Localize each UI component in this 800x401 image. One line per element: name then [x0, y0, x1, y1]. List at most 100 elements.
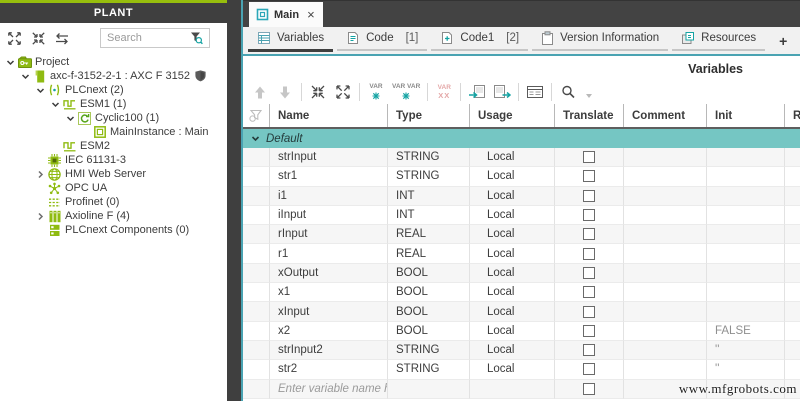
variable-comment-cell[interactable]: [624, 148, 707, 168]
variable-comment-cell[interactable]: [624, 225, 707, 245]
expand-groups-button[interactable]: [334, 82, 352, 102]
translate-checkbox[interactable]: [583, 363, 595, 376]
search-filter-icon[interactable]: [189, 31, 203, 45]
variable-comment-cell[interactable]: [624, 205, 707, 226]
variable-row-str2[interactable]: str2 STRING Local '': [243, 360, 800, 380]
variable-name-cell[interactable]: rInput: [270, 225, 388, 245]
tree-item-plcnext-2[interactable]: PLCnext (2): [0, 83, 227, 97]
variable-group-row-default[interactable]: Default: [243, 129, 800, 148]
variable-name-cell[interactable]: x1: [270, 283, 388, 303]
variable-init-cell[interactable]: [707, 186, 785, 206]
variable-name-cell[interactable]: strInput2: [270, 340, 388, 361]
variable-retain-cell[interactable]: [785, 148, 800, 168]
move-up-button[interactable]: [251, 82, 269, 102]
variable-retain-cell[interactable]: [785, 321, 800, 341]
variable-row-i1[interactable]: i1 INT Local: [243, 186, 800, 206]
row-selector-cell[interactable]: [243, 340, 270, 361]
column-header-comment[interactable]: Comment: [624, 104, 707, 127]
translate-checkbox[interactable]: [583, 170, 595, 183]
panel-splitter[interactable]: [227, 0, 241, 401]
translate-checkbox[interactable]: [583, 228, 595, 241]
tree-chevron[interactable]: [34, 211, 47, 221]
variable-init-cell[interactable]: '': [707, 360, 785, 380]
variable-comment-cell[interactable]: [624, 283, 707, 303]
row-selector-cell[interactable]: [243, 302, 270, 322]
variable-retain-cell[interactable]: [785, 225, 800, 245]
variable-init-cell[interactable]: [707, 167, 785, 187]
tree-item-project[interactable]: Project: [0, 55, 227, 69]
tree-chevron[interactable]: [64, 113, 77, 123]
variable-row-x1[interactable]: x1 BOOL Local: [243, 283, 800, 303]
tree-item-opc-ua[interactable]: OPC UA: [0, 181, 227, 195]
variable-row-xoutput[interactable]: xOutput BOOL Local: [243, 263, 800, 284]
search-variables-button[interactable]: [559, 82, 577, 102]
translate-checkbox[interactable]: [583, 286, 595, 299]
translate-checkbox[interactable]: [583, 324, 595, 337]
tab-main[interactable]: Main ×: [249, 2, 323, 27]
column-header-init[interactable]: Init: [707, 104, 785, 127]
variable-name-cell[interactable]: i1: [270, 186, 388, 206]
column-header-retain[interactable]: R: [785, 104, 800, 127]
variable-usage-cell[interactable]: Local: [470, 360, 555, 380]
close-icon[interactable]: ×: [307, 8, 315, 21]
variable-type-cell[interactable]: REAL: [388, 225, 470, 245]
variable-init-cell[interactable]: [707, 263, 785, 284]
tab-variables[interactable]: Variables: [248, 27, 334, 52]
variable-comment-cell[interactable]: [624, 340, 707, 361]
variable-name-cell[interactable]: strInput: [270, 148, 388, 168]
variable-type-cell[interactable]: BOOL: [388, 302, 470, 322]
variable-comment-cell[interactable]: [624, 360, 707, 380]
variable-type-cell[interactable]: BOOL: [388, 263, 470, 284]
tree-item-profinet-0[interactable]: Profinet (0): [0, 195, 227, 209]
variable-type-cell[interactable]: [388, 379, 470, 399]
row-selector-cell[interactable]: [243, 225, 270, 245]
variable-row-iinput[interactable]: iInput INT Local: [243, 205, 800, 226]
variable-type-cell[interactable]: STRING: [388, 340, 470, 361]
tree-item-esm2[interactable]: ESM2: [0, 139, 227, 153]
variable-retain-cell[interactable]: [785, 360, 800, 380]
variable-type-cell[interactable]: STRING: [388, 167, 470, 187]
tree-item-cyclic100-1[interactable]: Cyclic100 (1): [0, 111, 227, 125]
variable-usage-cell[interactable]: [470, 379, 555, 399]
variable-usage-cell[interactable]: Local: [470, 225, 555, 245]
variable-retain-cell[interactable]: [785, 340, 800, 361]
row-selector-cell[interactable]: [243, 263, 270, 284]
variable-init-cell[interactable]: [707, 302, 785, 322]
variable-init-cell[interactable]: FALSE: [707, 321, 785, 341]
row-selector-cell[interactable]: [243, 186, 270, 206]
row-selector-cell[interactable]: [243, 283, 270, 303]
variable-type-cell[interactable]: BOOL: [388, 321, 470, 341]
translate-checkbox[interactable]: [583, 247, 595, 260]
translate-checkbox[interactable]: [583, 344, 595, 357]
translate-checkbox[interactable]: [583, 305, 595, 318]
variable-type-cell[interactable]: REAL: [388, 244, 470, 264]
translate-checkbox[interactable]: [583, 209, 595, 222]
variable-row-str1[interactable]: str1 STRING Local: [243, 167, 800, 187]
variable-init-cell[interactable]: [707, 244, 785, 264]
variable-name-cell[interactable]: x2: [270, 321, 388, 341]
tree-chevron[interactable]: [34, 85, 47, 95]
translate-checkbox[interactable]: [583, 189, 595, 202]
variable-retain-cell[interactable]: [785, 244, 800, 264]
variable-usage-cell[interactable]: Local: [470, 283, 555, 303]
variable-usage-cell[interactable]: Local: [470, 205, 555, 226]
variable-comment-cell[interactable]: [624, 302, 707, 322]
row-selector-cell[interactable]: [243, 379, 270, 399]
tree-chevron[interactable]: [4, 57, 17, 67]
column-header-usage[interactable]: Usage: [470, 104, 555, 127]
tree-item-plcnext-components-0[interactable]: PLCnext Components (0): [0, 223, 227, 237]
tree-chevron[interactable]: [49, 99, 62, 109]
variable-init-cell[interactable]: [707, 225, 785, 245]
variable-type-cell[interactable]: STRING: [388, 148, 470, 168]
variable-comment-cell[interactable]: [624, 167, 707, 187]
tree-item-esm1-1[interactable]: ESM1 (1): [0, 97, 227, 111]
variable-row-x2[interactable]: x2 BOOL Local FALSE: [243, 321, 800, 341]
column-header-translate[interactable]: Translate: [555, 104, 624, 127]
export-csv-button[interactable]: [493, 82, 512, 102]
variable-usage-cell[interactable]: Local: [470, 302, 555, 322]
variable-retain-cell[interactable]: [785, 302, 800, 322]
tree-item-axc-f-3152-2-1-axc-f-3152[interactable]: axc-f-3152-2-1 : AXC F 3152: [0, 69, 227, 83]
variable-retain-cell[interactable]: [785, 167, 800, 187]
variable-name-cell[interactable]: str2: [270, 360, 388, 380]
toolbar-overflow-caret[interactable]: [586, 94, 593, 98]
